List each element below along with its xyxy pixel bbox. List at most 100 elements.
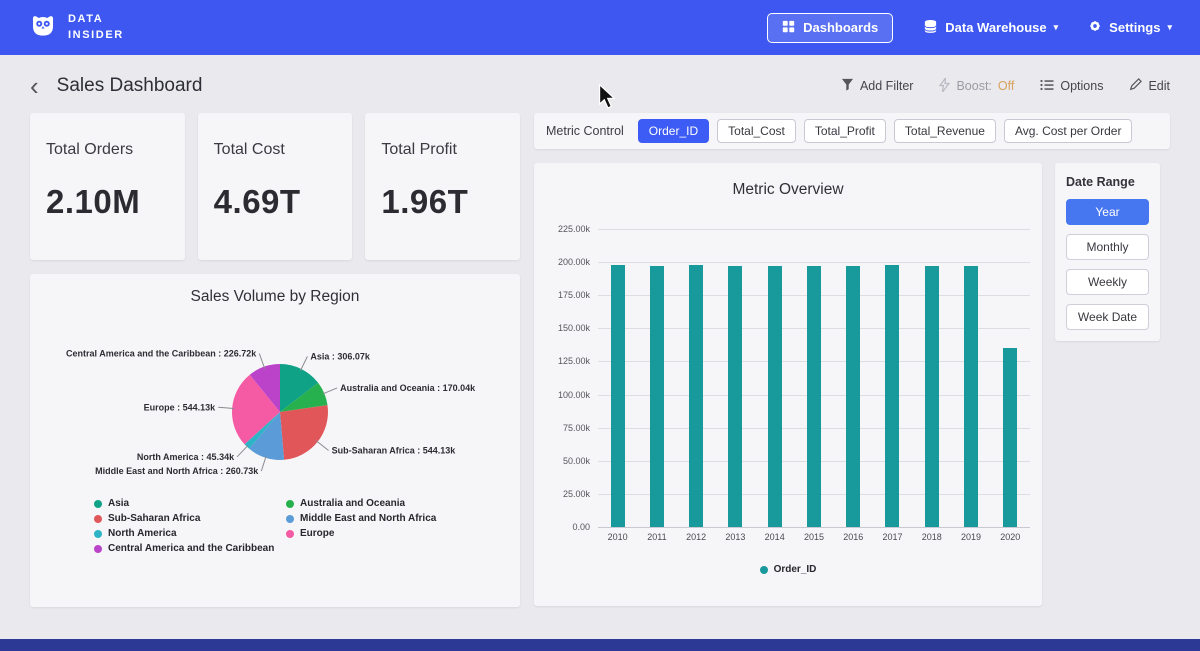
bar[interactable] <box>728 266 742 527</box>
bar-slot <box>951 229 990 527</box>
legend-dot <box>286 515 294 523</box>
date-range-button[interactable]: Year <box>1066 199 1149 225</box>
legend-label: Order_ID <box>774 564 817 575</box>
metric-button[interactable]: Total_Cost <box>717 119 796 143</box>
grid-icon <box>782 20 795 36</box>
pie-leader-line <box>261 456 266 471</box>
legend-label: Middle East and North Africa <box>300 513 436 524</box>
bar[interactable] <box>964 266 978 527</box>
pie-leader-line <box>316 441 329 451</box>
dashboards-button[interactable]: Dashboards <box>767 13 893 43</box>
date-range-card: Date Range YearMonthlyWeeklyWeek Date <box>1055 163 1160 341</box>
y-axis-label: 75.00k <box>563 423 590 433</box>
x-axis-label: 2015 <box>794 532 833 542</box>
date-range-button[interactable]: Monthly <box>1066 234 1149 260</box>
kpi-label: Total Profit <box>381 141 504 159</box>
options-button[interactable]: Options <box>1040 79 1103 94</box>
footer-bar <box>0 639 1200 651</box>
bar-legend: Order_ID <box>546 564 1030 575</box>
pie-leader-line <box>259 354 264 369</box>
metric-button[interactable]: Total_Revenue <box>894 119 996 143</box>
settings-menu[interactable]: Settings ▾ <box>1088 19 1172 36</box>
metric-buttons: Order_ID Total_Cost Total_Profit Total_Reve… <box>638 119 1133 143</box>
bar-slot <box>598 229 637 527</box>
date-range-buttons: Year Monthly Weekly Week Date <box>1066 199 1149 330</box>
pie-slice-label: Middle East and North Africa : 260.73k <box>95 466 259 476</box>
legend-dot <box>94 500 102 508</box>
bar-slot <box>912 229 951 527</box>
bar-chart-title: Metric Overview <box>546 181 1030 199</box>
pie-chart: Asia : 306.07kAustralia and Oceania : 17… <box>30 312 520 490</box>
x-axis-label: 2014 <box>755 532 794 542</box>
bar-slot <box>794 229 833 527</box>
bar-slot <box>637 229 676 527</box>
pie-leader-line <box>300 356 307 370</box>
pie-slice-label: North America : 45.34k <box>137 452 235 462</box>
edit-button[interactable]: Edit <box>1129 78 1170 94</box>
brand-name: DATA INSIDER <box>68 12 124 43</box>
x-axis-label: 2011 <box>637 532 676 542</box>
chevron-down-icon: ▾ <box>1167 22 1172 33</box>
bar[interactable] <box>1003 348 1017 527</box>
pie-slice-label: Europe : 544.13k <box>144 402 217 412</box>
pie-chart-title: Sales Volume by Region <box>30 288 520 306</box>
add-filter-button[interactable]: Add Filter <box>841 78 914 94</box>
y-axis: 225.00k200.00k175.00k150.00k125.00k100.0… <box>546 229 598 527</box>
bar[interactable] <box>807 266 821 527</box>
kpi-card-total-cost: Total Cost 4.69T <box>198 113 353 260</box>
pie-slice-label: Sub-Saharan Africa : 544.13k <box>332 446 457 456</box>
bar[interactable] <box>925 266 939 527</box>
kpi-value: 1.96T <box>381 183 504 221</box>
pie-leader-line <box>237 445 248 457</box>
legend-label: Europe <box>300 528 334 539</box>
kpi-card-total-profit: Total Profit 1.96T <box>365 113 520 260</box>
metric-button[interactable]: Avg. Cost per Order <box>1004 119 1133 143</box>
chevron-down-icon: ▾ <box>1054 22 1059 33</box>
legend-dot <box>286 530 294 538</box>
pie-slice-label: Australia and Oceania : 170.04k <box>340 383 476 393</box>
bar[interactable] <box>768 266 782 527</box>
y-axis-label: 175.00k <box>558 290 590 300</box>
boost-toggle[interactable]: Boost: Off <box>939 78 1014 95</box>
filter-icon <box>841 78 854 94</box>
date-range-button[interactable]: Week Date <box>1066 304 1149 330</box>
pie-legend-column: Australia and Oceania Middle East and Nor… <box>286 496 478 556</box>
legend-item: North America <box>94 526 286 541</box>
subheader: ‹ Sales Dashboard Add Filter Boost: Off <box>0 55 1200 113</box>
bar[interactable] <box>885 265 899 527</box>
y-axis-label: 25.00k <box>563 489 590 499</box>
legend-dot <box>286 500 294 508</box>
date-range-button[interactable]: Weekly <box>1066 269 1149 295</box>
data-warehouse-menu[interactable]: Data Warehouse ▾ <box>923 19 1058 37</box>
legend-item: Australia and Oceania <box>286 496 478 511</box>
kpi-label: Total Orders <box>46 141 169 159</box>
database-icon <box>923 19 938 37</box>
pie-slice[interactable] <box>280 405 328 460</box>
y-axis-label: 100.00k <box>558 390 590 400</box>
kpi-value: 2.10M <box>46 183 169 221</box>
bar[interactable] <box>689 265 703 527</box>
bar-slot <box>677 229 716 527</box>
bar[interactable] <box>611 265 625 527</box>
metric-button[interactable]: Order_ID <box>638 119 709 143</box>
legend-dot <box>94 515 102 523</box>
legend-item: Europe <box>286 526 478 541</box>
bar-slot <box>834 229 873 527</box>
pie-legend: AsiaSub-Saharan AfricaNorth AmericaCentr… <box>30 496 520 556</box>
kpi-label: Total Cost <box>214 141 337 159</box>
kpi-card-total-orders: Total Orders 2.10M <box>30 113 185 260</box>
legend-dot <box>94 545 102 553</box>
y-axis-label: 225.00k <box>558 224 590 234</box>
metric-control-bar: Metric Control Order_IDTotal_CostTotal_P… <box>534 113 1170 149</box>
bar-slot <box>716 229 755 527</box>
x-axis-label: 2018 <box>912 532 951 542</box>
dashboard-content: Total Orders 2.10M Total Cost 4.69T Tota… <box>0 113 1200 607</box>
back-button[interactable]: ‹ <box>30 77 39 95</box>
gridline <box>598 527 1030 528</box>
metric-button[interactable]: Total_Profit <box>804 119 886 143</box>
x-axis-label: 2017 <box>873 532 912 542</box>
bar[interactable] <box>650 266 664 527</box>
y-axis-label: 125.00k <box>558 356 590 366</box>
bar[interactable] <box>846 266 860 527</box>
list-icon <box>1040 79 1054 94</box>
